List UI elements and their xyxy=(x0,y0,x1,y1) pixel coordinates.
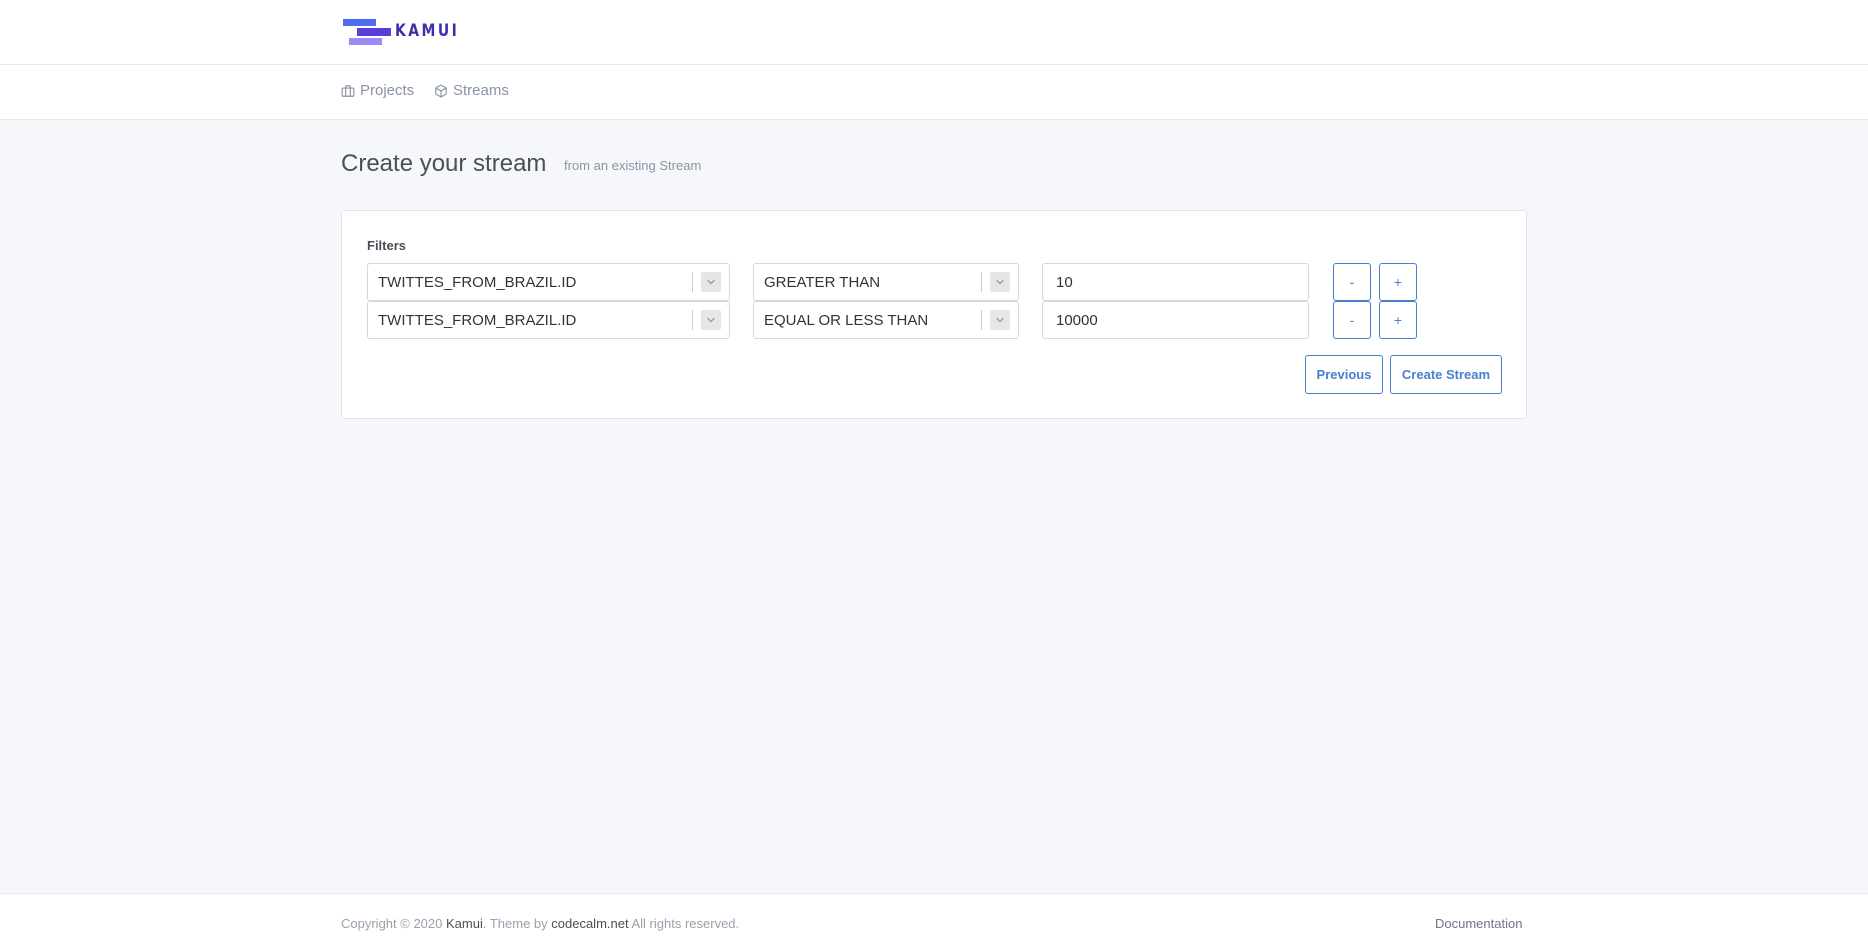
logo-mark-icon xyxy=(341,16,391,46)
footer-copyright: Copyright © 2020 Kamui. Theme by codecal… xyxy=(341,916,739,931)
remove-filter-button[interactable]: - xyxy=(1333,301,1371,339)
theme-prefix-text: . Theme by xyxy=(482,916,548,931)
chevron-down-icon xyxy=(707,279,715,285)
value-input[interactable] xyxy=(1042,263,1309,301)
dropdown-toggle[interactable] xyxy=(693,302,729,338)
operator-select-value: EQUAL OR LESS THAN xyxy=(764,311,929,329)
documentation-link[interactable]: Documentation xyxy=(1435,916,1522,931)
logo-text: KAMUI xyxy=(395,21,460,41)
kamui-link[interactable]: Kamui xyxy=(446,916,483,931)
top-header: KAMUI xyxy=(0,0,1868,65)
chevron-down-icon xyxy=(996,279,1004,285)
previous-button[interactable]: Previous xyxy=(1305,355,1383,394)
box-icon xyxy=(435,84,447,97)
operator-select[interactable]: GREATER THAN xyxy=(753,263,1019,301)
main-navbar: Projects Streams xyxy=(0,65,1868,120)
value-input[interactable] xyxy=(1042,301,1309,339)
chevron-down-icon xyxy=(996,317,1004,323)
operator-select[interactable]: EQUAL OR LESS THAN xyxy=(753,301,1019,339)
add-filter-button[interactable]: + xyxy=(1379,263,1417,301)
filters-card: Filters TWITTES_FROM_BRAZIL.ID GREATER T… xyxy=(341,210,1527,419)
remove-filter-button[interactable]: - xyxy=(1333,263,1371,301)
field-select[interactable]: TWITTES_FROM_BRAZIL.ID xyxy=(367,301,730,339)
nav-item-label: Projects xyxy=(360,82,415,99)
page-subtitle: from an existing Stream xyxy=(564,158,702,173)
dropdown-toggle[interactable] xyxy=(982,264,1018,300)
field-select[interactable]: TWITTES_FROM_BRAZIL.ID xyxy=(367,263,730,301)
field-select-value: TWITTES_FROM_BRAZIL.ID xyxy=(378,273,577,291)
nav-item-label: Streams xyxy=(453,82,509,99)
nav-item-projects[interactable]: Projects xyxy=(341,82,414,99)
field-select-value: TWITTES_FROM_BRAZIL.ID xyxy=(378,311,577,329)
copyright-text: Copyright © 2020 xyxy=(341,916,443,931)
operator-select-value: GREATER THAN xyxy=(764,273,881,291)
rights-text: All rights reserved. xyxy=(631,916,740,931)
add-filter-button[interactable]: + xyxy=(1379,301,1417,339)
page-title: Create your stream xyxy=(341,150,547,177)
dropdown-toggle[interactable] xyxy=(982,302,1018,338)
page-footer: Copyright © 2020 Kamui. Theme by codecal… xyxy=(0,893,1868,947)
codecalm-link[interactable]: codecalm.net xyxy=(551,916,628,931)
briefcase-icon xyxy=(341,84,355,97)
kamui-logo[interactable]: KAMUI xyxy=(341,16,473,46)
dropdown-toggle[interactable] xyxy=(693,264,729,300)
chevron-down-icon xyxy=(707,317,715,323)
nav-item-streams[interactable]: Streams xyxy=(434,82,509,99)
create-stream-button[interactable]: Create Stream xyxy=(1390,355,1502,394)
filters-label: Filters xyxy=(367,238,407,253)
